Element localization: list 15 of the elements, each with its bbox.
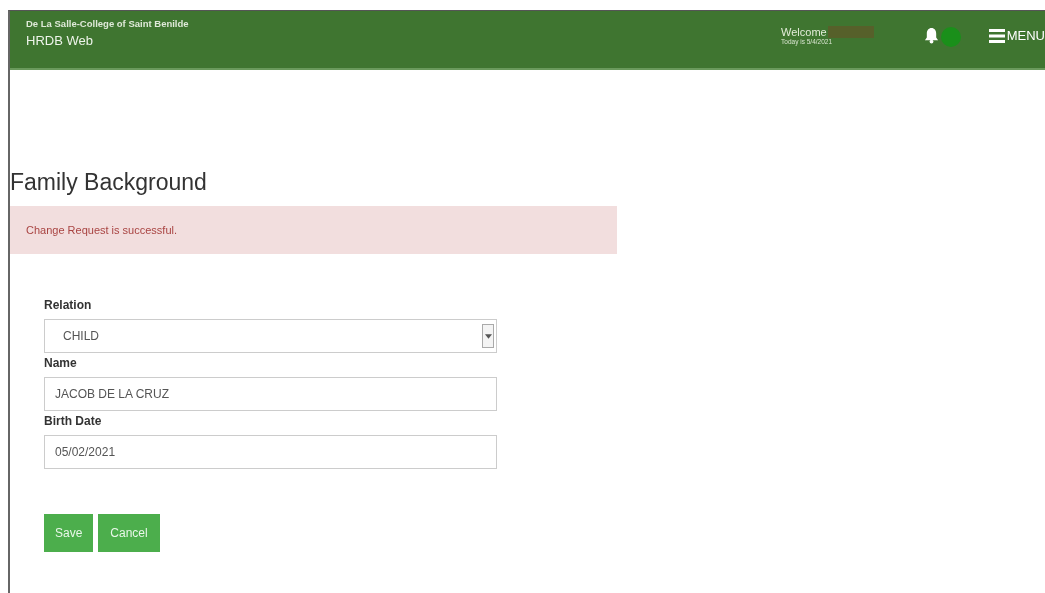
page-title: Family Background (10, 168, 208, 197)
menu-button[interactable]: MENU (988, 28, 1045, 43)
menu-icon (988, 28, 1005, 43)
app-title-link[interactable]: HRDB Web (26, 33, 189, 48)
field-label: Relation (44, 298, 93, 312)
relation-dropdown[interactable]: CHILD (44, 319, 497, 353)
welcome-text: Welcome (781, 26, 827, 38)
field-label: Birth Date (44, 414, 103, 428)
alert-message: Change Request is successful. (10, 206, 617, 254)
caret-icon (482, 324, 494, 348)
text-field[interactable]: JACOB DE LA CRUZ (44, 377, 497, 411)
notification-bell-icon[interactable] (923, 27, 939, 44)
field-label: Name (44, 356, 78, 370)
organization-name: De La Salle-College of Saint Benilde (26, 18, 189, 29)
text-field[interactable]: 05/02/2021 (44, 435, 497, 469)
